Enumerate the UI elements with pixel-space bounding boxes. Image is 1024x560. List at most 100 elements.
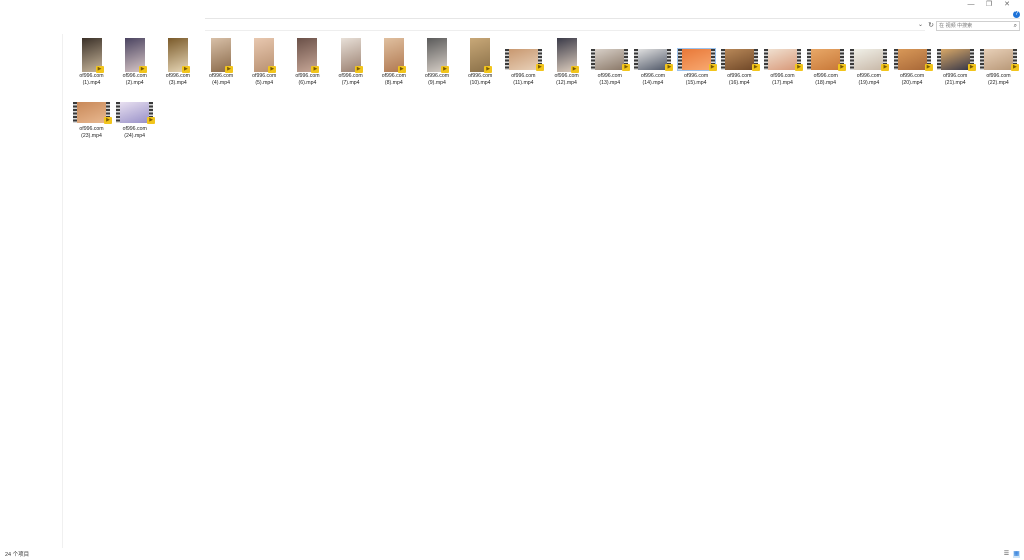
navigation-pane[interactable] (0, 34, 63, 548)
file-item[interactable]: ▶ of996.com (13).mp4 (588, 36, 631, 89)
file-item[interactable]: ▶ of996.com (1).mp4 (70, 36, 113, 89)
close-button[interactable]: ✕ (998, 0, 1016, 10)
file-item[interactable]: ▶ of996.com (11).mp4 (502, 36, 545, 89)
address-bar[interactable] (205, 21, 925, 31)
video-thumbnail: ▶ (73, 102, 112, 124)
film-strip (116, 102, 121, 123)
thumbnail-area: ▶ (847, 36, 890, 72)
file-item[interactable]: ▶ of996.com (22).mp4 (977, 36, 1020, 89)
file-item[interactable]: ▶ of996.com (6).mp4 (286, 36, 329, 89)
film-strip (764, 49, 768, 70)
video-thumbnail: ▶ (764, 49, 803, 71)
video-thumbnail: ▶ (591, 49, 631, 71)
file-name: of996.com (6).mp4 (295, 73, 320, 86)
ribbon-divider (205, 18, 1020, 19)
search-icon[interactable]: ⌕ (1014, 22, 1017, 30)
video-thumbnail: ▶ (676, 48, 717, 71)
file-name: of996.com (2).mp4 (122, 73, 147, 86)
video-badge-icon: ▶ (967, 64, 976, 71)
video-thumbnail: ▶ (383, 38, 406, 73)
video-thumbnail: ▶ (340, 38, 363, 73)
file-item[interactable]: ▶ of996.com (15).mp4 (675, 36, 718, 89)
thumbnails-view-icon[interactable]: ▦ (1013, 551, 1020, 558)
film-strip (504, 49, 509, 70)
file-name: of996.com (1).mp4 (79, 73, 104, 86)
thumbnail-area: ▶ (891, 36, 934, 72)
search-input[interactable] (937, 22, 1009, 30)
video-badge-icon: ▶ (924, 64, 933, 71)
file-name: of996.com (12).mp4 (554, 73, 579, 86)
thumbnail-area: ▶ (977, 36, 1020, 72)
video-thumbnail: ▶ (81, 38, 104, 73)
help-icon[interactable]: ? (1013, 11, 1020, 18)
file-name: of996.com (5).mp4 (252, 73, 277, 86)
file-item[interactable]: ▶ of996.com (21).mp4 (934, 36, 977, 89)
video-badge-icon: ▶ (1010, 64, 1019, 71)
file-name: of996.com (18).mp4 (813, 73, 838, 86)
file-item[interactable]: ▶ of996.com (12).mp4 (545, 36, 588, 89)
video-thumbnail: ▶ (936, 49, 976, 71)
video-thumbnail: ▶ (116, 102, 156, 124)
file-item[interactable]: ▶ of996.com (5).mp4 (243, 36, 286, 89)
file-name: of996.com (23).mp4 (79, 126, 104, 139)
video-thumbnail: ▶ (297, 38, 320, 73)
video-thumbnail: ▶ (556, 38, 579, 73)
file-item[interactable]: ▶ of996.com (4).mp4 (200, 36, 243, 89)
video-badge-icon: ▶ (535, 64, 544, 71)
file-item[interactable]: ▶ of996.com (20).mp4 (891, 36, 934, 89)
video-badge-icon: ▶ (354, 66, 363, 73)
window-controls: — ❐ ✕ (962, 0, 1016, 10)
thumbnail-image (638, 49, 668, 70)
file-name: of996.com (24).mp4 (122, 126, 147, 139)
file-item[interactable]: ▶ of996.com (24).mp4 (113, 89, 156, 142)
video-thumbnail: ▶ (211, 38, 234, 73)
video-thumbnail: ▶ (124, 38, 147, 73)
video-thumbnail: ▶ (254, 38, 277, 73)
thumbnail-area: ▶ (761, 36, 804, 72)
video-badge-icon: ▶ (795, 64, 803, 71)
chevron-down-icon[interactable]: ⌄ (918, 21, 923, 30)
video-thumbnail: ▶ (427, 38, 449, 73)
item-count: 24 个项目 (5, 552, 30, 558)
thumbnail-area: ▶ (70, 89, 113, 125)
maximize-button[interactable]: ❐ (980, 0, 998, 10)
file-item[interactable]: ▶ of996.com (14).mp4 (631, 36, 674, 89)
thumbnail-area: ▶ (502, 36, 545, 72)
file-item[interactable]: ▶ of996.com (19).mp4 (847, 36, 890, 89)
video-badge-icon: ▶ (147, 117, 156, 124)
video-badge-icon: ▶ (838, 64, 847, 71)
thumbnail-image (811, 49, 841, 70)
file-item[interactable]: ▶ of996.com (3).mp4 (156, 36, 199, 89)
thumbnail-area: ▶ (545, 36, 588, 73)
file-name: of996.com (8).mp4 (381, 73, 406, 86)
video-thumbnail: ▶ (850, 49, 890, 71)
thumbnail-image (724, 49, 754, 70)
file-grid: ▶ of996.com (1).mp4 ▶ of996.com (2).mp4 ▶ of9… (70, 36, 1022, 142)
video-thumbnail: ▶ (504, 49, 544, 71)
file-name: of996.com (19).mp4 (856, 73, 881, 86)
video-thumbnail: ▶ (634, 49, 674, 71)
film-strip (936, 49, 941, 70)
file-item[interactable]: ▶ of996.com (2).mp4 (113, 36, 156, 89)
video-badge-icon: ▶ (397, 66, 406, 73)
file-item[interactable]: ▶ of996.com (16).mp4 (718, 36, 761, 89)
details-view-icon[interactable]: ☰ (1003, 551, 1010, 558)
file-item[interactable]: ▶ of996.com (17).mp4 (761, 36, 804, 89)
thumbnail-area: ▶ (113, 89, 156, 125)
file-item[interactable]: ▶ of996.com (9).mp4 (416, 36, 459, 89)
film-strip (850, 49, 855, 70)
minimize-button[interactable]: — (962, 0, 980, 10)
file-item[interactable]: ▶ of996.com (10).mp4 (459, 36, 502, 89)
video-badge-icon: ▶ (751, 64, 760, 71)
video-badge-icon: ▶ (138, 66, 147, 73)
search-box[interactable]: ⌕ (936, 21, 1020, 31)
view-toggle: ☰ ▦ (1003, 551, 1020, 558)
file-item[interactable]: ▶ of996.com (18).mp4 (804, 36, 847, 89)
file-name: of996.com (21).mp4 (943, 73, 968, 86)
thumbnail-area: ▶ (631, 36, 674, 72)
file-item[interactable]: ▶ of996.com (8).mp4 (372, 36, 415, 89)
file-item[interactable]: ▶ of996.com (23).mp4 (70, 89, 113, 142)
video-badge-icon: ▶ (104, 117, 112, 124)
file-item[interactable]: ▶ of996.com (7).mp4 (329, 36, 372, 89)
refresh-icon[interactable]: ↻ (928, 21, 934, 30)
